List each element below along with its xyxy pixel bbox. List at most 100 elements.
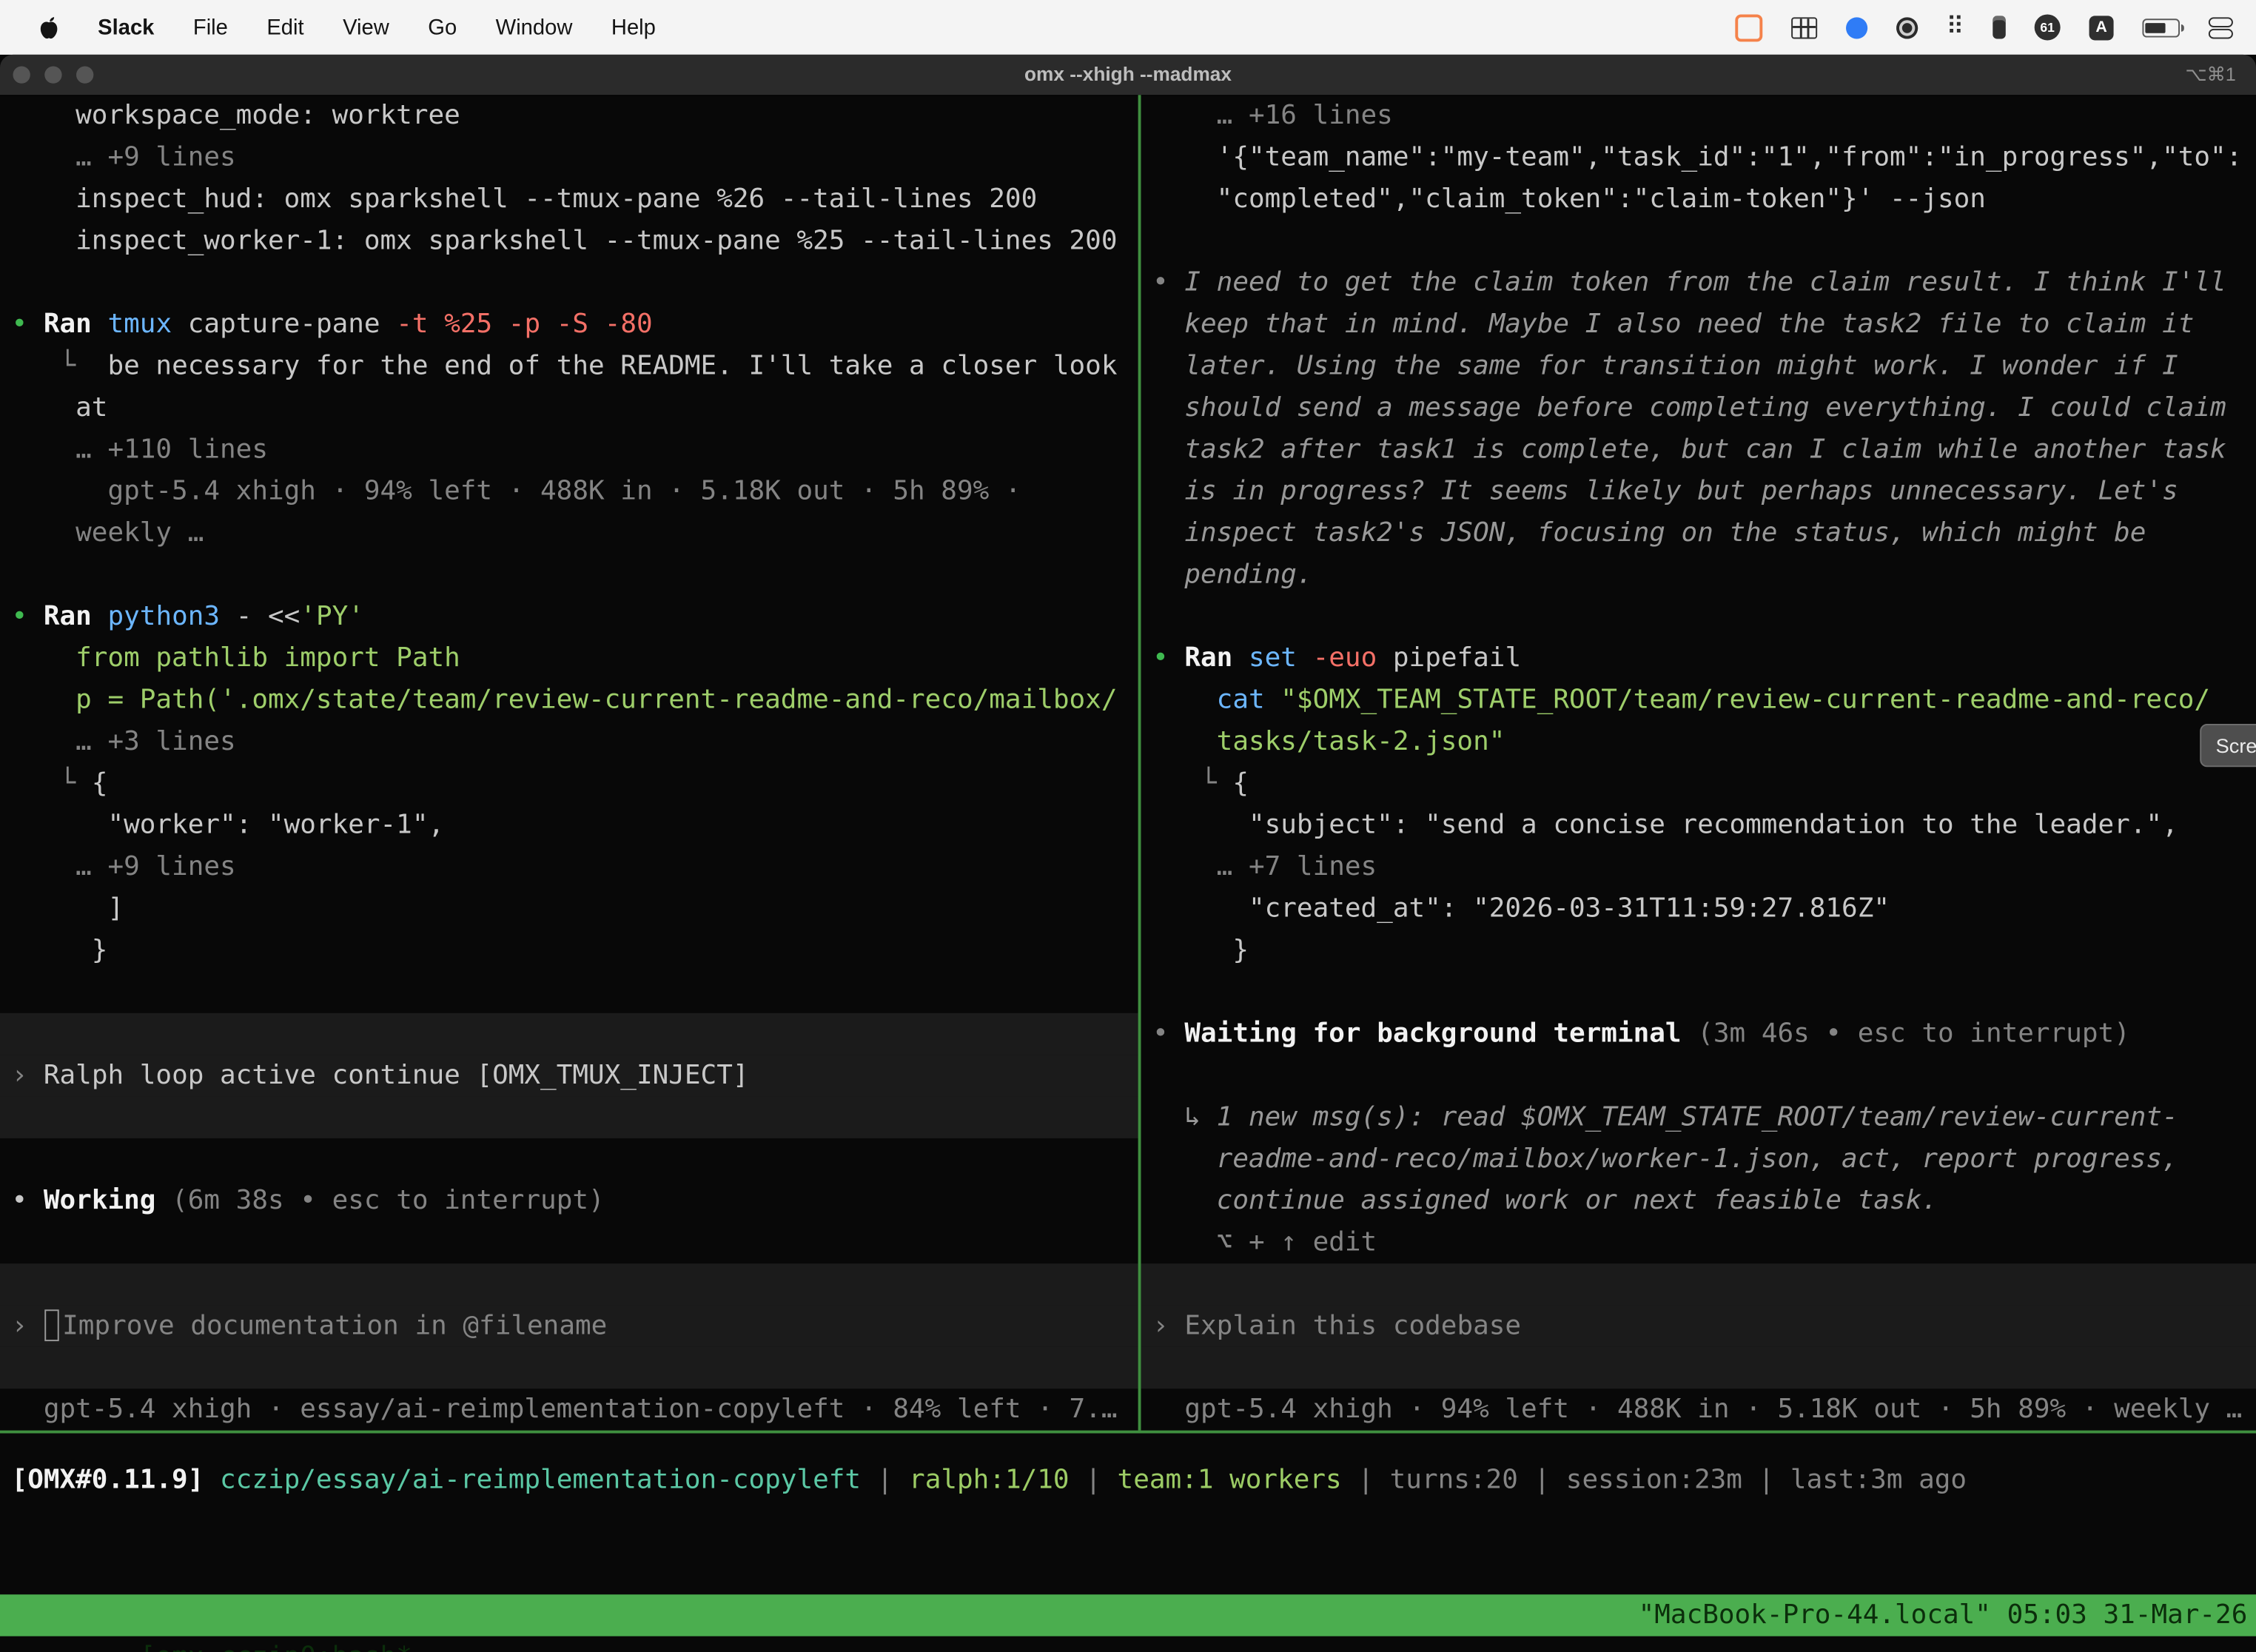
control-center-icon[interactable] (2209, 16, 2233, 38)
terminal-line (1141, 971, 2256, 1013)
config-line: inspect_worker-1: omx sparkshell --tmux-… (0, 220, 1138, 261)
menu-bar-left: Slack File Edit View Go Window Help (0, 15, 656, 39)
terminal-line (1141, 596, 2256, 637)
command-output: at (0, 387, 1138, 429)
thinking: later. Using the same for transition mig… (1141, 346, 2256, 387)
collapsed-lines: … +7 lines (1141, 846, 2256, 887)
pane-footer: gpt-5.4 xhigh · 94% left · 488K in · 5.1… (1141, 1389, 2256, 1430)
terminal-window: omx --xhigh --madmax ⌥⌘1 workspace_mode:… (0, 55, 2256, 1652)
omx-hud-line: [OMX#0.11.9] cczip/essay/ai-reimplementa… (0, 1460, 2256, 1501)
command-output: "worker": "worker-1", (0, 805, 1138, 846)
terminal-line (0, 1097, 1138, 1138)
new-message-note: readme-and-reco/mailbox/worker-1.json, a… (1141, 1138, 2256, 1180)
terminal-line (0, 1138, 1138, 1180)
text-cursor (45, 1309, 59, 1341)
new-message-note: ↳ 1 new msg(s): read $OMX_TEAM_STATE_ROO… (1141, 1097, 2256, 1138)
command-code: p = Path('.omx/state/team/review-current… (0, 679, 1138, 721)
thinking: should send a message before completing … (1141, 387, 2256, 429)
terminal-line (1141, 1347, 2256, 1389)
ran-command: • Ran set -euo pipefail (1141, 637, 2256, 679)
thinking: inspect task2's JSON, focusing on the st… (1141, 512, 2256, 554)
menu-edit[interactable]: Edit (266, 15, 303, 39)
command-code: '{"team_name":"my-team","task_id":"1","f… (1141, 137, 2256, 178)
battery-fill (2145, 22, 2166, 33)
pane-left[interactable]: workspace_mode: worktree … +9 lines insp… (0, 95, 1138, 1430)
command-output: ] (0, 888, 1138, 930)
pane-footer: gpt-5.4 xhigh · essay/ai-reimplementatio… (0, 1389, 1138, 1430)
window-shortcut: ⌥⌘1 (2185, 55, 2235, 95)
battery-percent-badge[interactable]: 61 (2035, 14, 2061, 40)
screen-recording-icon[interactable] (1734, 13, 1762, 41)
tmux-status-bar: [omx-cczip0:bash* "MacBook-Pro-44.local"… (0, 1594, 2256, 1636)
terminal-line (0, 554, 1138, 596)
input-source-icon[interactable]: A (2089, 15, 2114, 39)
omx-status-line: [OMX#0.11.9] cczip/essay/ai-reimplementa… (0, 1460, 2256, 1501)
command-code: tasks/task-2.json" (1141, 721, 2256, 762)
pane-divider-horizontal (0, 1431, 2256, 1434)
title-bar[interactable]: omx --xhigh --madmax ⌥⌘1 (0, 55, 2256, 96)
terminal-line (1141, 220, 2256, 261)
command-output: └ { (0, 762, 1138, 804)
command-code: "completed","claim_token":"claim-token"}… (1141, 178, 2256, 220)
thinking: keep that in mind. Maybe I also need the… (1141, 303, 2256, 345)
edit-hint: ⌥ + ↑ edit (1141, 1222, 2256, 1263)
screen: Slack File Edit View Go Window Help ⠿ 61… (0, 0, 2256, 1652)
apple-menu-icon[interactable] (38, 15, 58, 39)
collapsed-lines: … +16 lines (1141, 95, 2256, 136)
command-output: "subject": "send a concise recommendatio… (1141, 805, 2256, 846)
terminal-line (0, 1222, 1138, 1263)
terminal-line (0, 262, 1138, 303)
menu-help[interactable]: Help (611, 15, 656, 39)
thinking: • I need to get the claim token from the… (1141, 262, 2256, 303)
collapsed-lines: … +9 lines (0, 137, 1138, 178)
thinking: task2 after task1 is complete, but can I… (1141, 429, 2256, 470)
config-line: workspace_mode: worktree (0, 95, 1138, 136)
command-output: └ be necessary for the end of the README… (0, 346, 1138, 387)
waiting-status: • Waiting for background terminal (3m 46… (1141, 1013, 2256, 1055)
tmux-host-time: "MacBook-Pro-44.local" 05:03 31-Mar-26 (1639, 1594, 2248, 1636)
menu-go[interactable]: Go (428, 15, 457, 39)
blue-app-icon[interactable] (1845, 16, 1867, 38)
window-title: omx --xhigh --madmax (0, 55, 2256, 95)
battery-icon[interactable] (2142, 18, 2180, 36)
collapsed-lines: … +110 lines (0, 429, 1138, 470)
key-app-icon[interactable] (1993, 16, 2005, 38)
terminal-line (1141, 1263, 2256, 1305)
ran-command: • Ran tmux capture-pane -t %25 -p -S -80 (0, 303, 1138, 345)
command-code: from pathlib import Path (0, 637, 1138, 679)
menu-view[interactable]: View (343, 15, 389, 39)
terminal-line (0, 1263, 1138, 1305)
tmux-session: workspace_mode: worktree … +9 lines insp… (0, 95, 2256, 1652)
menu-file[interactable]: File (193, 15, 228, 39)
ran-command: • Ran python3 - <<'PY' (0, 596, 1138, 637)
command-output: } (1141, 930, 2256, 971)
input-placeholder: › Explain this codebase (1141, 1305, 2256, 1346)
terminal-line (0, 971, 1138, 1013)
terminal-line (0, 1013, 1138, 1055)
command-output: gpt-5.4 xhigh · 94% left · 488K in · 5.1… (0, 471, 1138, 512)
pane-right[interactable]: … +16 lines '{"team_name":"my-team","tas… (1141, 95, 2256, 1430)
working-status: • Working (6m 38s • esc to interrupt) (0, 1180, 1138, 1221)
menu-bar: Slack File Edit View Go Window Help ⠿ 61… (0, 0, 2256, 55)
clipped-tooltip: Scre (2200, 724, 2256, 767)
menu-window[interactable]: Window (496, 15, 573, 39)
queued-message: › Ralph loop active continue [OMX_TMUX_I… (0, 1055, 1138, 1096)
command-output: "created_at": "2026-03-31T11:59:27.816Z" (1141, 888, 2256, 930)
command-output: weekly … (0, 512, 1138, 554)
command-code: cat "$OMX_TEAM_STATE_ROOT/team/review-cu… (1141, 679, 2256, 721)
collapsed-lines: … +9 lines (0, 846, 1138, 887)
grid-app-icon[interactable] (1790, 16, 1816, 38)
dots-grid-icon[interactable]: ⠿ (1946, 16, 1964, 38)
menu-bar-status: ⠿ 61 A (1734, 13, 2256, 41)
tmux-session-name: [omx-cczip0:bash* (128, 1642, 412, 1652)
thinking: pending. (1141, 554, 2256, 596)
command-output: └ { (1141, 762, 2256, 804)
command-output: } (0, 930, 1138, 971)
dark-circle-app-icon[interactable] (1896, 16, 1917, 38)
terminal-line (0, 1347, 1138, 1389)
menu-app-name[interactable]: Slack (98, 15, 154, 39)
config-line: inspect_hud: omx sparkshell --tmux-pane … (0, 178, 1138, 220)
new-message-note: continue assigned work or next feasible … (1141, 1180, 2256, 1221)
input-placeholder: › Improve documentation in @filename (0, 1305, 1138, 1346)
terminal-line (1141, 1055, 2256, 1096)
